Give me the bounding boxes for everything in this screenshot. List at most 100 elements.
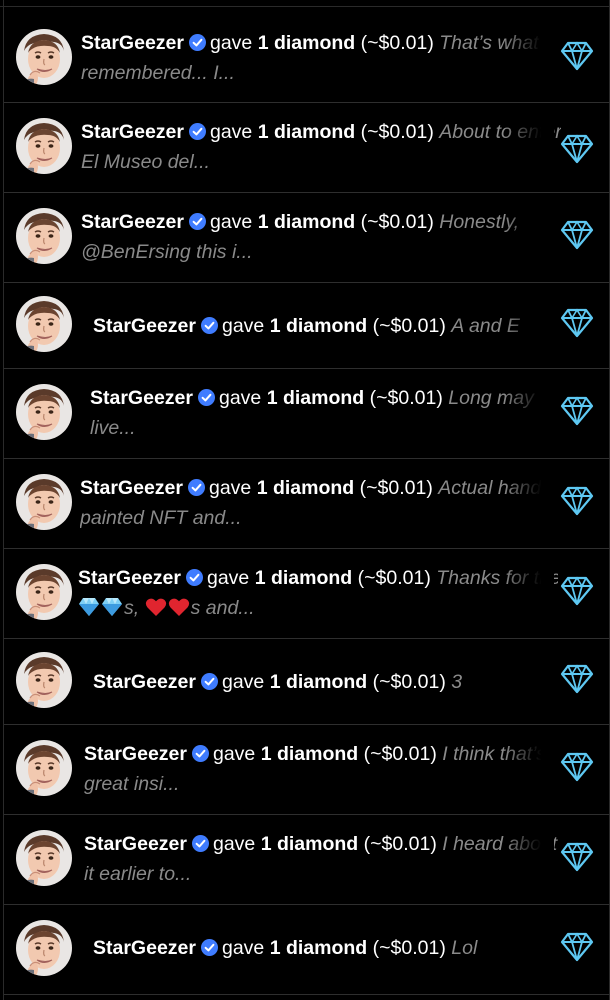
action-text: gave [209, 32, 253, 54]
notification-text[interactable]: StarGeezer gave 1 diamond (~$0.01) Thank… [78, 563, 558, 623]
username[interactable]: StarGeezer [93, 315, 196, 337]
notification-row[interactable]: StarGeezer gave 1 diamond (~$0.01) Actua… [4, 459, 610, 549]
gem-emoji-icon [78, 597, 100, 617]
diamond-icon[interactable] [560, 41, 594, 71]
diamond-icon[interactable] [560, 220, 594, 250]
notification-text[interactable]: StarGeezer gave 1 diamond (~$0.01) I thi… [84, 739, 564, 799]
notification-text[interactable]: StarGeezer gave 1 diamond (~$0.01) 3 [93, 667, 573, 727]
action-text: gave [221, 937, 265, 959]
top-divider [0, 0, 610, 7]
avatar[interactable] [16, 296, 72, 352]
excerpt-text: great insi... [84, 773, 180, 795]
heart-emoji-icon [168, 597, 190, 617]
excerpt-text: live... [90, 417, 136, 439]
excerpt-text: it earlier to... [84, 863, 192, 885]
verified-badge-icon [191, 835, 209, 852]
diamond-value: (~$0.01) [363, 833, 437, 855]
notification-row[interactable]: StarGeezer gave 1 diamond (~$0.01) Lol [4, 905, 610, 995]
diamond-amount: 1 diamond [254, 567, 353, 589]
action-text: gave [221, 315, 265, 337]
notification-row[interactable]: StarGeezer gave 1 diamond (~$0.01) A and… [4, 283, 610, 369]
avatar[interactable] [16, 830, 72, 886]
notification-text[interactable]: StarGeezer gave 1 diamond (~$0.01) I hea… [84, 829, 564, 889]
action-text: gave [206, 567, 250, 589]
diamond-icon[interactable] [560, 576, 594, 606]
diamond-icon[interactable] [560, 752, 594, 782]
notification-feed: StarGeezer gave 1 diamond (~$0.01) That’… [4, 14, 610, 995]
notification-row[interactable]: StarGeezer gave 1 diamond (~$0.01) Hones… [4, 193, 610, 283]
diamond-amount: 1 diamond [257, 32, 356, 54]
heart-emoji-icon [145, 597, 167, 617]
notification-row[interactable]: StarGeezer gave 1 diamond (~$0.01) I hea… [4, 815, 610, 905]
diamond-amount: 1 diamond [260, 743, 359, 765]
username[interactable]: StarGeezer [81, 121, 184, 143]
diamond-amount: 1 diamond [257, 121, 356, 143]
diamond-icon[interactable] [560, 486, 594, 516]
diamond-icon[interactable] [560, 396, 594, 426]
excerpt-text: s, [124, 597, 145, 619]
username[interactable]: StarGeezer [84, 833, 187, 855]
username[interactable]: StarGeezer [81, 211, 184, 233]
avatar[interactable] [16, 118, 72, 174]
excerpt-text: s and... [190, 597, 255, 619]
notification-row[interactable]: StarGeezer gave 1 diamond (~$0.01) Long … [4, 369, 610, 459]
diamond-icon[interactable] [560, 134, 594, 164]
excerpt-text: I heard about [442, 833, 558, 855]
excerpt-text: remembered... I... [81, 62, 235, 84]
diamond-value: (~$0.01) [357, 567, 431, 589]
username[interactable]: StarGeezer [93, 671, 196, 693]
username[interactable]: StarGeezer [81, 32, 184, 54]
username[interactable]: StarGeezer [78, 567, 181, 589]
avatar[interactable] [16, 652, 72, 708]
excerpt-text: Actual hand [438, 477, 542, 499]
action-text: gave [212, 833, 256, 855]
excerpt-text: I think that’s [442, 743, 546, 765]
diamond-amount: 1 diamond [269, 937, 368, 959]
verified-badge-icon [185, 569, 203, 586]
username[interactable]: StarGeezer [93, 937, 196, 959]
notification-text[interactable]: StarGeezer gave 1 diamond (~$0.01) A and… [93, 311, 573, 371]
avatar[interactable] [16, 474, 72, 530]
username[interactable]: StarGeezer [80, 477, 183, 499]
excerpt-text: About to enter [439, 121, 561, 143]
diamond-value: (~$0.01) [360, 121, 434, 143]
avatar[interactable] [16, 740, 72, 796]
avatar[interactable] [16, 564, 72, 620]
avatar[interactable] [16, 920, 72, 976]
excerpt-text: El Museo del... [81, 151, 210, 173]
diamond-icon[interactable] [560, 932, 594, 962]
notification-row[interactable]: StarGeezer gave 1 diamond (~$0.01) That’… [4, 14, 610, 103]
gem-emoji-icon [101, 597, 123, 617]
verified-badge-icon [200, 317, 218, 334]
action-text: gave [218, 387, 262, 409]
action-text: gave [221, 671, 265, 693]
notification-text[interactable]: StarGeezer gave 1 diamond (~$0.01) That’… [81, 28, 561, 88]
username[interactable]: StarGeezer [90, 387, 193, 409]
diamond-icon[interactable] [560, 842, 594, 872]
avatar[interactable] [16, 28, 72, 85]
verified-badge-icon [187, 479, 205, 496]
notification-text[interactable]: StarGeezer gave 1 diamond (~$0.01) Lol [93, 933, 573, 993]
verified-badge-icon [197, 389, 215, 406]
diamond-icon[interactable] [560, 308, 594, 338]
notification-row[interactable]: StarGeezer gave 1 diamond (~$0.01) Thank… [4, 549, 610, 639]
diamond-value: (~$0.01) [372, 937, 446, 959]
diamond-icon[interactable] [560, 664, 594, 694]
notification-text[interactable]: StarGeezer gave 1 diamond (~$0.01) About… [81, 117, 561, 177]
notification-text[interactable]: StarGeezer gave 1 diamond (~$0.01) Actua… [80, 473, 560, 533]
notification-row[interactable]: StarGeezer gave 1 diamond (~$0.01) About… [4, 103, 610, 193]
verified-badge-icon [188, 34, 206, 51]
excerpt-text: Honestly, [439, 211, 520, 233]
excerpt-text: 3 [451, 671, 463, 693]
notification-row[interactable]: StarGeezer gave 1 diamond (~$0.01) I thi… [4, 725, 610, 815]
diamond-value: (~$0.01) [363, 743, 437, 765]
notification-text[interactable]: StarGeezer gave 1 diamond (~$0.01) Long … [90, 383, 570, 443]
verified-badge-icon [191, 745, 209, 762]
avatar[interactable] [16, 208, 72, 264]
notification-text[interactable]: StarGeezer gave 1 diamond (~$0.01) Hones… [81, 207, 561, 267]
notification-row[interactable]: StarGeezer gave 1 diamond (~$0.01) 3 [4, 639, 610, 725]
username[interactable]: StarGeezer [84, 743, 187, 765]
excerpt-text: painted NFT and... [80, 507, 242, 529]
avatar[interactable] [16, 384, 72, 440]
excerpt-text: Long may [448, 387, 534, 409]
